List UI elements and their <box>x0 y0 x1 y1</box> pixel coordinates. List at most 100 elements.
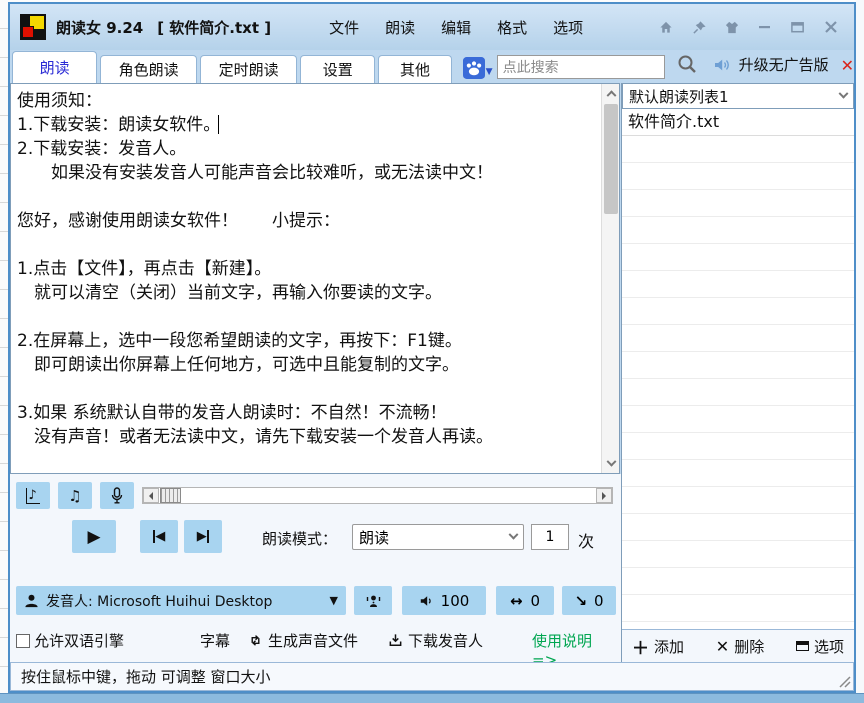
play-icon: ▶ <box>87 526 101 547</box>
scroll-up-button[interactable] <box>602 84 620 101</box>
music-playlist-icon: ♪ <box>26 487 40 504</box>
generate-audio-label: 生成声音文件 <box>268 632 359 650</box>
tab-bar: 朗读 角色朗读 定时朗读 设置 其他 ▼ 升级无广告版 ✕ <box>10 50 854 83</box>
convert-icon <box>251 635 260 646</box>
editor-area: 使用须知： 1.下载安装：朗读女软件。 2.下载安装：发音人。 如果没有安装发音… <box>10 83 620 474</box>
playlist-buttons: ＋ 添加 ✕ 删除 选项 <box>622 629 854 662</box>
tab-role-read-label: 角色朗读 <box>118 61 179 79</box>
menu-bar: 文件 朗读 编辑 格式 选项 <box>329 17 583 38</box>
scroll-down-button[interactable] <box>602 456 620 473</box>
screen: 朗读女 9.24 [ 软件简介.txt ] 文件 朗读 编辑 格式 选项 朗读 … <box>0 0 864 703</box>
maximize-icon[interactable] <box>789 19 807 35</box>
tab-settings[interactable]: 设置 <box>300 55 376 83</box>
add-button[interactable]: ＋ 添加 <box>632 634 684 659</box>
repeat-count-input[interactable] <box>531 524 569 550</box>
tab-timed-read[interactable]: 定时朗读 <box>200 55 298 83</box>
download-icon <box>389 634 402 646</box>
next-icon: ▶ <box>197 529 210 544</box>
download-voice-button[interactable]: 下载发音人 <box>388 630 483 651</box>
music-note-button[interactable]: ♫ <box>58 482 92 509</box>
app-logo-icon <box>20 14 46 40</box>
status-bar: 按住鼠标中键，拖动 可调整 窗口大小 <box>10 662 854 691</box>
background-window-edge <box>0 0 8 695</box>
menu-file[interactable]: 文件 <box>329 17 359 38</box>
window-title: 朗读女 9.24 <box>56 18 144 37</box>
bottom-toolbar: 允许双语引擎 字幕 生成声音文件 下载发音人 使用说明 => <box>10 626 621 669</box>
window-bottom-border <box>0 693 864 703</box>
delete-button-label: 删除 <box>734 637 765 656</box>
previous-button[interactable]: ◀ <box>140 520 178 553</box>
chevron-down-icon <box>606 456 616 467</box>
volume-icon <box>420 595 431 606</box>
voice-name-label: 发音人: Microsoft Huihui Desktop <box>46 593 273 610</box>
progress-slider[interactable] <box>142 487 613 504</box>
skin-icon[interactable] <box>723 19 741 35</box>
title-bar: 朗读女 9.24 [ 软件简介.txt ] 文件 朗读 编辑 格式 选项 <box>10 4 854 50</box>
scrollbar-thumb[interactable] <box>604 104 618 214</box>
image-search-dropdown-icon[interactable]: ▼ <box>486 67 493 77</box>
image-search-icon[interactable] <box>462 57 485 79</box>
editor-scrollbar[interactable] <box>601 84 619 473</box>
delete-button[interactable]: ✕ 删除 <box>716 636 764 657</box>
subtitle-button[interactable]: 字幕 <box>200 630 230 651</box>
voice-select-button[interactable]: 发音人: Microsoft Huihui Desktop ▼ <box>16 586 346 615</box>
generate-audio-button[interactable]: 生成声音文件 <box>248 630 358 651</box>
download-voice-label: 下载发音人 <box>408 632 484 650</box>
minimize-icon[interactable] <box>756 19 774 35</box>
tab-read[interactable]: 朗读 <box>12 51 98 83</box>
upgrade-ad-free-link[interactable]: 升级无广告版 <box>739 54 829 75</box>
search-icon[interactable] <box>677 54 697 78</box>
playlist-list[interactable]: 软件简介.txt <box>622 109 854 629</box>
speed-button[interactable]: ↔ 0 <box>496 586 554 615</box>
menu-options[interactable]: 选项 <box>553 17 583 38</box>
volume-button[interactable]: 100 <box>402 586 486 615</box>
speaker-icon[interactable] <box>713 56 731 78</box>
menu-read[interactable]: 朗读 <box>385 17 415 38</box>
x-icon: ✕ <box>715 636 730 656</box>
control-panel: ♪ ♫ ▶ ◀ ▶ 朗读模式： 朗读 次 发音人: Microsoft <box>10 474 621 669</box>
resize-grip[interactable] <box>835 672 851 688</box>
microphone-icon <box>111 486 123 503</box>
tab-role-read[interactable]: 角色朗读 <box>100 55 198 83</box>
background-music-button[interactable]: ♪ <box>16 482 50 509</box>
volume-value: 100 <box>440 591 470 610</box>
chevron-up-icon <box>606 90 616 101</box>
options-button[interactable]: 选项 <box>795 636 844 657</box>
text-caret <box>218 115 219 134</box>
slider-thumb[interactable] <box>160 488 181 503</box>
toolbar-close-icon[interactable]: ✕ <box>841 56 854 75</box>
pin-icon[interactable] <box>690 19 708 35</box>
pitch-button[interactable]: ↘ 0 <box>562 586 616 615</box>
microphone-button[interactable] <box>100 482 134 509</box>
home-icon[interactable] <box>657 19 675 35</box>
tab-timed-read-label: 定时朗读 <box>218 61 279 79</box>
read-mode-value: 朗读 <box>359 528 390 547</box>
playlist-item[interactable]: 软件简介.txt <box>622 109 854 136</box>
chevron-down-icon <box>508 529 519 540</box>
repeat-unit-label: 次 <box>578 532 595 551</box>
next-button[interactable]: ▶ <box>184 520 222 553</box>
speed-value: 0 <box>530 591 541 610</box>
read-mode-select[interactable]: 朗读 <box>352 524 524 550</box>
slider-left-arrow[interactable] <box>143 488 159 503</box>
dropdown-triangle-icon: ▼ <box>329 594 338 607</box>
search-input[interactable] <box>496 55 665 79</box>
tab-other-label: 其他 <box>400 61 431 79</box>
playlist-select-value: 默认朗读列表1 <box>629 87 729 106</box>
menu-format[interactable]: 格式 <box>497 17 527 38</box>
bilingual-engine-checkbox[interactable]: 允许双语引擎 <box>16 630 124 651</box>
play-button[interactable]: ▶ <box>72 520 116 553</box>
playlist-select[interactable]: 默认朗读列表1 <box>622 83 854 109</box>
window-controls <box>657 19 840 35</box>
speed-icon: ↔ <box>509 591 523 610</box>
tab-settings-label: 设置 <box>322 61 353 79</box>
test-voice-button[interactable] <box>354 586 392 615</box>
menu-edit[interactable]: 编辑 <box>441 17 471 38</box>
close-icon[interactable] <box>822 19 840 35</box>
window-icon <box>795 641 809 651</box>
document-text[interactable]: 使用须知： 1.下载安装：朗读女软件。 2.下载安装：发音人。 如果没有安装发音… <box>11 84 601 473</box>
background-edge <box>856 0 864 693</box>
tab-other[interactable]: 其他 <box>378 55 452 83</box>
status-text: 按住鼠标中键，拖动 可调整 窗口大小 <box>21 668 271 686</box>
slider-right-arrow[interactable] <box>596 488 612 503</box>
